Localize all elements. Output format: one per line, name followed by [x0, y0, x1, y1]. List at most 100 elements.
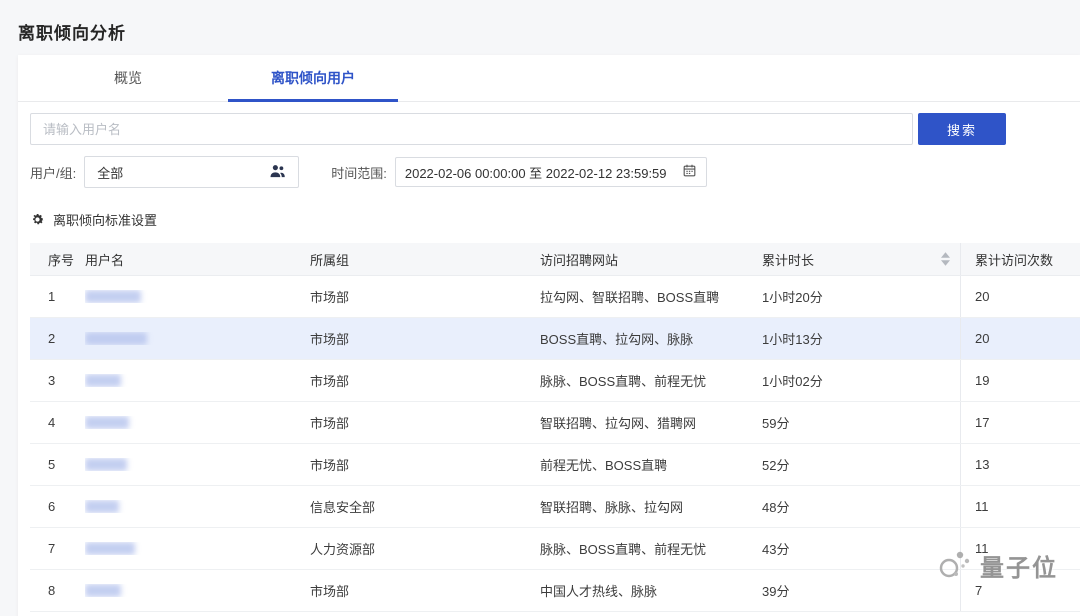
cell-visit-count: 20 [960, 276, 1080, 317]
username-blurred [85, 584, 121, 597]
duration-value: 59分 [762, 416, 790, 431]
cell-group: 市场部 [310, 329, 540, 348]
filter-row: 用户/组: 全部 时间范围: 2022-02-06 00:00:00 至 202… [30, 155, 707, 189]
cell-sites: 中国人才热线、脉脉 [540, 581, 762, 600]
cell-duration: 59分 [762, 413, 960, 432]
tendency-settings-label: 离职倾向标准设置 [53, 213, 158, 228]
visit-count-value: 20 [975, 331, 990, 346]
group-name: 市场部 [310, 416, 350, 431]
cell-visit-count: 17 [960, 402, 1080, 443]
group-name: 市场部 [310, 290, 350, 305]
header-group: 所属组 [310, 252, 350, 268]
duration-value: 1小时02分 [762, 374, 823, 389]
visited-sites: 拉勾网、智联招聘、BOSS直聘 [540, 290, 720, 305]
cell-index: 4 [30, 415, 85, 430]
cell-index: 3 [30, 373, 85, 388]
row-index: 1 [48, 289, 56, 304]
cell-index: 1 [30, 289, 85, 304]
table-body: 1 市场部 拉勾网、智联招聘、BOSS直聘 1小时20分 20 2 市场部 BO… [30, 276, 1080, 612]
duration-value: 39分 [762, 584, 790, 599]
sort-icon[interactable] [941, 252, 950, 266]
username-blurred [85, 374, 121, 387]
table-row[interactable]: 7 人力资源部 脉脉、BOSS直聘、前程无忧 43分 11 [30, 528, 1080, 570]
username-blurred [85, 416, 129, 429]
cell-index: 2 [30, 331, 85, 346]
row-index: 2 [48, 331, 56, 346]
cell-group: 人力资源部 [310, 539, 540, 558]
search-input[interactable] [30, 113, 913, 145]
visited-sites: BOSS直聘、拉勾网、脉脉 [540, 332, 694, 347]
cell-visit-count: 11 [960, 528, 1080, 569]
cell-index: 6 [30, 499, 85, 514]
table-row[interactable]: 2 市场部 BOSS直聘、拉勾网、脉脉 1小时13分 20 [30, 318, 1080, 360]
cell-username [85, 332, 310, 345]
cell-group: 市场部 [310, 371, 540, 390]
cell-visit-count: 20 [960, 318, 1080, 359]
cell-duration: 1小时13分 [762, 329, 960, 348]
cell-sites: 智联招聘、脉脉、拉勾网 [540, 497, 762, 516]
table-row[interactable]: 4 市场部 智联招聘、拉勾网、猎聘网 59分 17 [30, 402, 1080, 444]
time-range-label: 时间范围: [331, 165, 387, 181]
header-sites: 访问招聘网站 [540, 252, 619, 268]
username-blurred [85, 542, 135, 555]
row-index: 6 [48, 499, 56, 514]
cell-group: 市场部 [310, 581, 540, 600]
cell-username [85, 542, 310, 555]
cell-sites: 前程无忧、BOSS直聘 [540, 455, 762, 474]
tendency-settings-link[interactable]: 离职倾向标准设置 [30, 210, 157, 229]
resignation-analysis-page: 离职倾向分析 概览 离职倾向用户 搜索 用户/组: 全部 [0, 0, 1080, 616]
username-blurred [85, 290, 141, 303]
table-row[interactable]: 3 市场部 脉脉、BOSS直聘、前程无忧 1小时02分 19 [30, 360, 1080, 402]
visited-sites: 智联招聘、拉勾网、猎聘网 [540, 416, 697, 431]
table-header: 序号 用户名 所属组 访问招聘网站 累计时长 累计访问次数 [30, 243, 1080, 276]
duration-value: 52分 [762, 458, 790, 473]
visit-count-value: 13 [975, 457, 990, 472]
date-range-picker[interactable]: 2022-02-06 00:00:00 至 2022-02-12 23:59:5… [394, 157, 707, 187]
table-row[interactable]: 1 市场部 拉勾网、智联招聘、BOSS直聘 1小时20分 20 [30, 276, 1080, 318]
visited-sites: 中国人才热线、脉脉 [540, 584, 658, 599]
page-title: 离职倾向分析 [18, 24, 126, 43]
search-row: 搜索 [30, 113, 1006, 145]
duration-value: 1小时20分 [762, 290, 823, 305]
cell-index: 5 [30, 457, 85, 472]
cell-group: 市场部 [310, 455, 540, 474]
cell-group: 市场部 [310, 413, 540, 432]
cell-username [85, 584, 310, 597]
cell-visit-count: 13 [960, 444, 1080, 485]
header-index: 序号 [48, 252, 75, 268]
visit-count-value: 11 [975, 541, 989, 556]
row-index: 4 [48, 415, 56, 430]
group-select[interactable]: 全部 [84, 156, 300, 188]
tab-overview[interactable]: 概览 [58, 55, 198, 101]
tab-overview-label: 概览 [114, 70, 142, 86]
visited-sites: 智联招聘、脉脉、拉勾网 [540, 500, 684, 515]
cell-username [85, 500, 310, 513]
cell-sites: 脉脉、BOSS直聘、前程无忧 [540, 539, 762, 558]
table-row[interactable]: 5 市场部 前程无忧、BOSS直聘 52分 13 [30, 444, 1080, 486]
cell-group: 市场部 [310, 287, 540, 306]
cell-index: 7 [30, 541, 85, 556]
duration-value: 48分 [762, 500, 790, 515]
group-name: 市场部 [310, 458, 350, 473]
cell-index: 8 [30, 583, 85, 598]
table-row[interactable]: 8 市场部 中国人才热线、脉脉 39分 7 [30, 570, 1080, 612]
group-name: 信息安全部 [310, 500, 376, 515]
cell-duration: 43分 [762, 539, 960, 558]
cell-visit-count: 19 [960, 360, 1080, 401]
username-blurred [85, 332, 147, 345]
visit-count-value: 20 [975, 289, 990, 304]
cell-username [85, 374, 310, 387]
header-duration: 累计时长 [762, 250, 960, 269]
tab-bar: 概览 离职倾向用户 [18, 55, 1080, 102]
cell-duration: 39分 [762, 581, 960, 600]
tab-resignation-users[interactable]: 离职倾向用户 [228, 55, 398, 102]
group-name: 市场部 [310, 332, 350, 347]
search-button[interactable]: 搜索 [918, 113, 1006, 145]
table-row[interactable]: 6 信息安全部 智联招聘、脉脉、拉勾网 48分 11 [30, 486, 1080, 528]
row-index: 5 [48, 457, 56, 472]
cell-username [85, 416, 310, 429]
visited-sites: 前程无忧、BOSS直聘 [540, 458, 668, 473]
row-index: 3 [48, 373, 56, 388]
cell-duration: 1小时20分 [762, 287, 960, 306]
date-range-value: 2022-02-06 00:00:00 至 2022-02-12 23:59:5… [404, 165, 667, 181]
